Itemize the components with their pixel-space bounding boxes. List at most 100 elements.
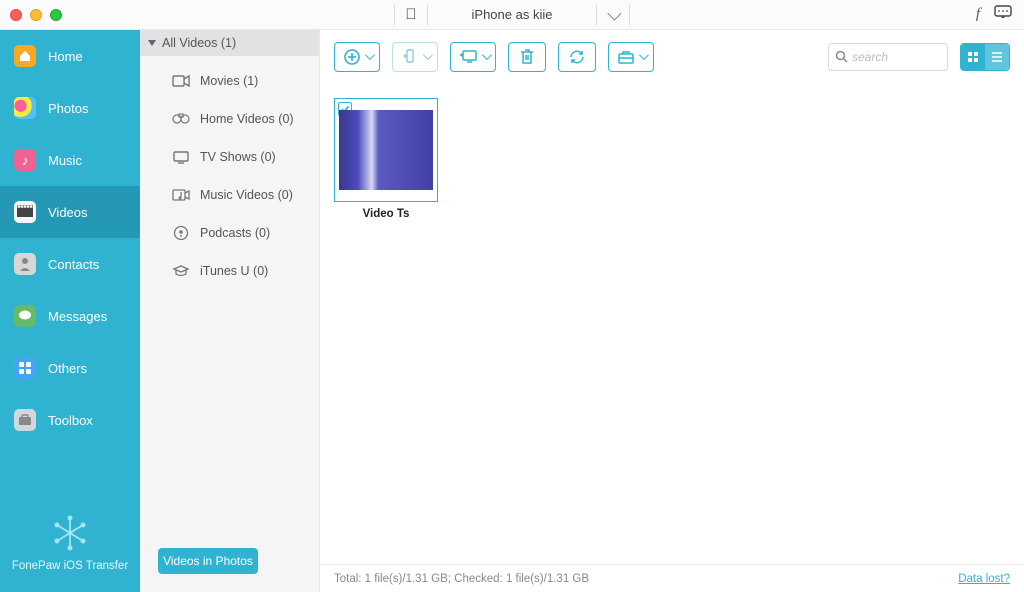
window-controls bbox=[10, 9, 62, 21]
toolbox-icon bbox=[14, 409, 36, 431]
sidebar-item-label: Photos bbox=[48, 101, 88, 116]
sidebar-item-label: Contacts bbox=[48, 257, 99, 272]
music-videos-icon bbox=[172, 188, 190, 202]
sidebar-item-label: Videos bbox=[48, 205, 88, 220]
itunes-u-icon bbox=[172, 264, 190, 278]
data-lost-link[interactable]: Data lost? bbox=[958, 573, 1010, 585]
apple-logo-box[interactable]:  bbox=[394, 4, 428, 26]
brand-label: FonePaw iOS Transfer bbox=[12, 560, 128, 572]
refresh-button[interactable] bbox=[558, 42, 596, 72]
delete-button[interactable] bbox=[508, 42, 546, 72]
collapse-triangle-icon bbox=[148, 40, 156, 46]
category-item-label: Home Videos (0) bbox=[200, 112, 294, 126]
export-to-device-button[interactable] bbox=[392, 42, 438, 72]
sidebar-item-label: Toolbox bbox=[48, 413, 93, 428]
category-item-movies[interactable]: Movies (1) bbox=[140, 62, 319, 100]
category-item-tv-shows[interactable]: TV Shows (0) bbox=[140, 138, 319, 176]
search-input[interactable] bbox=[852, 50, 932, 64]
thumbnail-image bbox=[339, 110, 433, 190]
device-name-label: iPhone as kiie bbox=[452, 7, 572, 22]
toolbox-dropdown-button[interactable] bbox=[608, 42, 654, 72]
home-icon bbox=[14, 45, 36, 67]
feedback-icon[interactable] bbox=[994, 5, 1012, 24]
videos-icon bbox=[14, 201, 36, 223]
maximize-window-button[interactable] bbox=[50, 9, 62, 21]
close-window-button[interactable] bbox=[10, 9, 22, 21]
title-bar:  iPhone as kiie f bbox=[0, 0, 1024, 30]
sidebar: Home Photos ♪ Music Videos Contacts Me bbox=[0, 30, 140, 592]
list-view-button[interactable] bbox=[985, 44, 1009, 70]
chevron-down-icon bbox=[607, 6, 621, 20]
pc-export-icon bbox=[458, 48, 478, 66]
chevron-down-icon bbox=[481, 50, 491, 60]
sidebar-item-music[interactable]: ♪ Music bbox=[0, 134, 140, 186]
toolbar bbox=[320, 30, 1024, 84]
category-item-podcasts[interactable]: Podcasts (0) bbox=[140, 214, 319, 252]
sidebar-item-label: Home bbox=[48, 49, 83, 64]
title-center:  iPhone as kiie bbox=[394, 4, 630, 26]
sidebar-item-videos[interactable]: Videos bbox=[0, 186, 140, 238]
podcasts-icon bbox=[172, 226, 190, 240]
movies-icon bbox=[172, 74, 190, 88]
category-item-home-videos[interactable]: Home Videos (0) bbox=[140, 100, 319, 138]
home-videos-icon bbox=[172, 112, 190, 126]
others-icon bbox=[14, 357, 36, 379]
chevron-down-icon bbox=[364, 50, 374, 60]
category-item-label: Podcasts (0) bbox=[200, 226, 270, 240]
photos-icon bbox=[14, 97, 36, 119]
view-toggle bbox=[960, 43, 1010, 71]
minimize-window-button[interactable] bbox=[30, 9, 42, 21]
sidebar-item-home[interactable]: Home bbox=[0, 30, 140, 82]
sidebar-item-others[interactable]: Others bbox=[0, 342, 140, 394]
briefcase-icon bbox=[617, 49, 635, 65]
sidebar-item-label: Music bbox=[48, 153, 82, 168]
status-summary: Total: 1 file(s)/1.31 GB; Checked: 1 fil… bbox=[334, 573, 589, 585]
sidebar-item-label: Others bbox=[48, 361, 87, 376]
list-icon bbox=[990, 51, 1004, 63]
gallery: Video Ts bbox=[320, 84, 1024, 564]
app-body: Home Photos ♪ Music Videos Contacts Me bbox=[0, 30, 1024, 592]
phone-transfer-icon bbox=[401, 48, 419, 66]
category-item-label: Music Videos (0) bbox=[200, 188, 293, 202]
content-area: Video Ts Total: 1 file(s)/1.31 GB; Check… bbox=[320, 30, 1024, 592]
category-item-music-videos[interactable]: Music Videos (0) bbox=[140, 176, 319, 214]
video-thumbnail[interactable] bbox=[334, 98, 438, 202]
refresh-icon bbox=[568, 48, 586, 66]
trash-icon bbox=[519, 48, 535, 66]
sidebar-item-contacts[interactable]: Contacts bbox=[0, 238, 140, 290]
grid-icon bbox=[967, 51, 979, 63]
chevron-down-icon bbox=[422, 50, 432, 60]
category-list: Movies (1) Home Videos (0) TV Shows (0) … bbox=[140, 56, 319, 290]
title-right: f bbox=[976, 5, 1012, 24]
brand-icon bbox=[51, 514, 89, 552]
facebook-icon[interactable]: f bbox=[976, 6, 980, 23]
category-item-itunes-u[interactable]: iTunes U (0) bbox=[140, 252, 319, 290]
device-dropdown-button[interactable] bbox=[596, 4, 630, 26]
category-panel-title: All Videos (1) bbox=[162, 36, 236, 50]
messages-icon bbox=[14, 305, 36, 327]
grid-view-button[interactable] bbox=[961, 44, 985, 70]
music-icon: ♪ bbox=[14, 149, 36, 171]
videos-in-photos-button[interactable]: Videos in Photos bbox=[158, 548, 258, 574]
sidebar-item-messages[interactable]: Messages bbox=[0, 290, 140, 342]
plus-circle-icon bbox=[343, 48, 361, 66]
brand-footer: FonePaw iOS Transfer bbox=[0, 514, 140, 592]
video-item-label: Video Ts bbox=[334, 208, 438, 220]
apple-icon:  bbox=[405, 6, 416, 23]
sidebar-item-photos[interactable]: Photos bbox=[0, 82, 140, 134]
status-bar: Total: 1 file(s)/1.31 GB; Checked: 1 fil… bbox=[320, 564, 1024, 592]
tv-icon bbox=[172, 150, 190, 164]
category-item-label: iTunes U (0) bbox=[200, 264, 268, 278]
search-icon bbox=[835, 50, 848, 63]
search-box[interactable] bbox=[828, 43, 948, 71]
contacts-icon bbox=[14, 253, 36, 275]
category-item-label: TV Shows (0) bbox=[200, 150, 276, 164]
category-panel-header[interactable]: All Videos (1) bbox=[140, 30, 319, 56]
add-button[interactable] bbox=[334, 42, 380, 72]
chevron-down-icon bbox=[638, 50, 648, 60]
export-to-pc-button[interactable] bbox=[450, 42, 496, 72]
sidebar-item-toolbox[interactable]: Toolbox bbox=[0, 394, 140, 446]
video-item[interactable]: Video Ts bbox=[334, 98, 438, 220]
category-panel: All Videos (1) Movies (1) Home Videos (0… bbox=[140, 30, 320, 592]
category-item-label: Movies (1) bbox=[200, 74, 258, 88]
